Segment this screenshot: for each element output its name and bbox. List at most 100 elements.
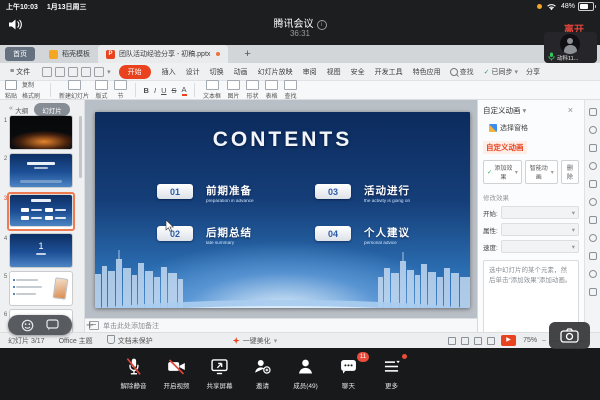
menu-insert[interactable]: 插入	[157, 67, 181, 77]
tab-docer[interactable]: 稻壳模板	[41, 45, 98, 63]
contents-item-1[interactable]: 01 前期准备 preparation in advance	[157, 184, 267, 205]
picture-button[interactable]: 图片	[227, 80, 240, 100]
strikethrough-button[interactable]: S	[171, 86, 176, 95]
property-select[interactable]: ▾	[501, 223, 579, 236]
beautify-button[interactable]: 一键美化 ▾	[227, 335, 284, 347]
layout-button[interactable]: 版式	[95, 80, 108, 100]
reading-view-icon[interactable]	[474, 337, 482, 345]
menu-transition[interactable]: 切换	[205, 67, 229, 77]
italic-button[interactable]: I	[154, 86, 156, 95]
contents-item-3[interactable]: 03 活动进行 the activity is going on	[315, 184, 423, 205]
copy-button[interactable]: 复制	[22, 80, 40, 89]
slideshow-play-button[interactable]: ▶	[501, 335, 516, 346]
thumbnail-scrollbar[interactable]	[79, 116, 82, 178]
close-pane-icon[interactable]: ×	[562, 104, 579, 116]
shape-button[interactable]: 形状	[246, 80, 259, 100]
more-button[interactable]: 更多	[370, 356, 413, 390]
item-label: 前期准备	[206, 183, 267, 198]
protect-icon	[107, 335, 115, 344]
menu-apps[interactable]: 特色应用	[408, 67, 446, 77]
underline-button[interactable]: U	[161, 86, 166, 95]
find-button[interactable]: 查找	[450, 67, 474, 77]
pane-icon-fill[interactable]	[589, 144, 597, 152]
notes-area[interactable]: 单击此处添加备注	[85, 318, 477, 332]
wps-window: 首页 稻壳模板 P 团队活动经验分享 - 初稿.pptx + ≡ 文件 ▾ 开始…	[0, 45, 600, 348]
add-effect-button[interactable]: ✓ 添加效果 ▾	[483, 160, 522, 184]
pane-icon-properties[interactable]	[589, 108, 597, 116]
participant-video-tile[interactable]: 动科11...	[544, 32, 597, 63]
file-menu-button[interactable]: ≡ 文件	[4, 66, 36, 78]
save-icon[interactable]	[42, 67, 52, 77]
textbox-button[interactable]: 文本框	[203, 80, 221, 100]
shape-icon	[246, 80, 259, 90]
slide-thumbnail-2[interactable]	[10, 154, 72, 187]
section-button[interactable]: 节	[114, 80, 127, 100]
slide-thumbnail-4[interactable]: 1	[10, 234, 72, 267]
menu-security[interactable]: 安全	[346, 67, 370, 77]
camera-switch-button[interactable]	[549, 322, 590, 349]
menu-slideshow[interactable]: 幻灯片放映	[253, 67, 298, 77]
tab-home[interactable]: 首页	[5, 47, 35, 61]
new-slide-button[interactable]: 新建幻灯片	[59, 80, 89, 100]
chat-button[interactable]: 11 聊天	[327, 356, 370, 390]
bold-button[interactable]: B	[144, 86, 149, 95]
start-video-button[interactable]: 开启视频	[155, 356, 198, 390]
chevron-down-icon[interactable]: ▾	[107, 68, 111, 76]
new-tab-button[interactable]: +	[238, 47, 256, 61]
invite-button[interactable]: 邀请	[241, 356, 284, 390]
pane-icon-more[interactable]	[589, 288, 597, 296]
redo-icon[interactable]	[94, 67, 104, 77]
pane-icon-animation[interactable]	[589, 198, 597, 206]
menu-animation[interactable]: 动画	[229, 67, 253, 77]
share-screen-button[interactable]: 共享屏幕	[198, 356, 241, 390]
menu-review[interactable]: 审阅	[298, 67, 322, 77]
normal-view-icon[interactable]	[448, 337, 456, 345]
smart-animation-button[interactable]: 智能动画 ▾	[525, 160, 558, 184]
undo-icon[interactable]	[81, 67, 91, 77]
modify-effect-label: 修改效果	[483, 192, 579, 202]
tab-document[interactable]: P 团队活动经验分享 - 初稿.pptx	[98, 45, 228, 63]
item-number-badge: 04	[315, 226, 351, 241]
slide-thumbnail-5[interactable]	[10, 272, 72, 305]
sync-status[interactable]: ✓ 已同步 ▾	[484, 67, 518, 77]
menu-devtools[interactable]: 开发工具	[370, 67, 408, 77]
add-tool-button[interactable]: +	[80, 316, 100, 333]
start-select[interactable]: ▾	[501, 206, 579, 219]
find-replace-button[interactable]: 查找	[284, 80, 297, 100]
menu-start[interactable]: 开始	[119, 65, 151, 79]
zoom-out-button[interactable]: –	[542, 337, 546, 344]
slide-thumbnail-1[interactable]	[10, 116, 72, 149]
members-button[interactable]: 成员(49)	[284, 356, 327, 390]
pane-icon-transition[interactable]	[589, 216, 597, 224]
pane-icon-share[interactable]	[589, 234, 597, 242]
outline-tab[interactable]: 大纲	[15, 105, 28, 115]
pane-icon-layout[interactable]	[589, 252, 597, 260]
print-icon[interactable]	[55, 67, 65, 77]
format-painter-button[interactable]: 格式刷	[22, 91, 40, 100]
sorter-view-icon[interactable]	[461, 337, 469, 345]
notes-view-icon[interactable]	[487, 337, 495, 345]
menu-design[interactable]: 设计	[181, 67, 205, 77]
speed-select[interactable]: ▾	[501, 240, 579, 253]
paste-button[interactable]: 粘贴	[5, 80, 17, 100]
slides-tab[interactable]: 幻灯片	[34, 103, 70, 116]
comment-tool-icon[interactable]	[46, 319, 59, 331]
current-slide[interactable]: CONTENTS 01 前期准备 preparation in advance …	[95, 112, 470, 308]
chevron-down-icon[interactable]: ▾	[523, 106, 527, 115]
preview-icon[interactable]	[68, 67, 78, 77]
ppt-file-icon: P	[106, 50, 115, 59]
menu-view[interactable]: 视图	[322, 67, 346, 77]
pane-icon-help[interactable]	[589, 270, 597, 278]
pane-icon-picture[interactable]	[589, 162, 597, 170]
slide-thumbnail-3-selected[interactable]	[7, 192, 75, 231]
pane-icon-styles[interactable]	[589, 126, 597, 134]
contents-item-4[interactable]: 04 个人建议 personal advice	[315, 226, 410, 247]
share-button[interactable]: 分享	[526, 67, 540, 77]
delete-effect-button[interactable]: 删除	[561, 160, 579, 184]
selection-pane-button[interactable]: 选择窗格	[483, 122, 534, 134]
emoji-tool-icon[interactable]	[21, 319, 34, 332]
pane-icon-chart[interactable]	[589, 180, 597, 188]
font-color-button[interactable]: A	[182, 85, 187, 96]
table-button[interactable]: 表格	[265, 80, 278, 100]
unmute-button[interactable]: 解除静音	[112, 356, 155, 390]
